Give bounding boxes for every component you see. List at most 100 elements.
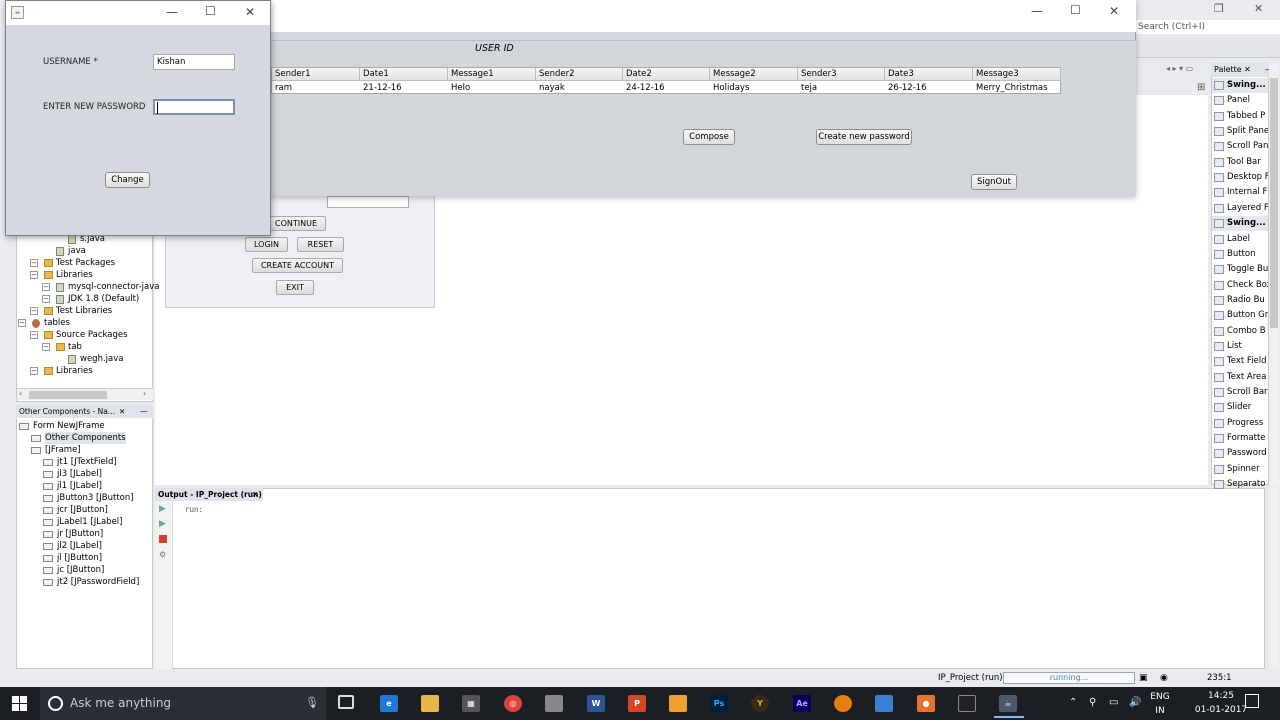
word-icon[interactable]: W <box>587 695 605 712</box>
table-cell[interactable]: Holidays <box>710 82 798 95</box>
illustrator-like-icon[interactable] <box>669 695 687 712</box>
palette-item[interactable]: Toggle Bu <box>1212 262 1268 277</box>
java-taskbar-icon[interactable]: ☕ <box>999 695 1017 712</box>
store-icon[interactable]: ▦ <box>462 695 480 712</box>
box-icon[interactable] <box>875 695 893 712</box>
table-cell[interactable]: nayak <box>536 82 623 95</box>
table-cell[interactable]: 26-12-16 <box>885 82 973 95</box>
taskbar-search-box[interactable]: Ask me anything <box>40 687 326 720</box>
powerpoint-icon[interactable]: P <box>628 695 646 712</box>
table-header-cell[interactable]: Date1 <box>360 68 448 81</box>
designer-exit-button[interactable]: EXIT <box>276 280 314 295</box>
create-new-password-button[interactable]: Create new password <box>816 129 912 145</box>
table-header-cell[interactable]: Date3 <box>885 68 973 81</box>
palette-item[interactable]: Scroll Bar <box>1212 385 1268 400</box>
volume-icon[interactable]: 🔊 <box>1129 697 1141 708</box>
navigator-tab[interactable]: Other Components - Na... ✕ — <box>16 405 153 418</box>
scrollbar-thumb[interactable] <box>29 391 107 399</box>
main-window-titlebar[interactable] <box>270 0 1136 32</box>
after-effects-icon[interactable]: Ae <box>793 695 811 712</box>
microphone-icon[interactable]: 🎙 <box>305 696 319 709</box>
table-cell[interactable]: Helo <box>448 82 536 95</box>
ide-close-icon[interactable]: ✕ <box>1254 2 1263 15</box>
palette-item[interactable]: Password <box>1212 446 1268 461</box>
table-cell[interactable]: 24-12-16 <box>623 82 710 95</box>
palette-category[interactable]: Swing... <box>1212 78 1268 93</box>
palette-item[interactable]: List <box>1212 339 1268 354</box>
project-tree-scrollbar[interactable]: ‹ › <box>17 388 153 400</box>
palette-item[interactable]: Button <box>1212 247 1268 262</box>
app2-icon[interactable]: Y <box>751 695 769 712</box>
editor-maximize-icon[interactable]: ⊞ <box>1197 82 1205 93</box>
output-close-icon[interactable]: ✕ <box>252 488 258 501</box>
palette-item[interactable]: Formatte <box>1212 431 1268 446</box>
expand-toggle-icon[interactable]: − <box>30 307 38 315</box>
palette-category[interactable]: Swing... <box>1212 216 1268 232</box>
dialog-close-icon[interactable]: ✕ <box>245 5 255 19</box>
chrome-icon[interactable]: ◎ <box>504 695 522 712</box>
palette-scrollbar-thumb[interactable] <box>1270 78 1278 328</box>
change-button[interactable]: Change <box>105 172 150 188</box>
username-field[interactable]: Kishan <box>153 54 235 70</box>
expand-toggle-icon[interactable]: − <box>30 259 38 267</box>
battery-icon[interactable]: ▭ <box>1109 697 1118 708</box>
main-close-icon[interactable]: ✕ <box>1109 4 1119 18</box>
terminal-icon[interactable] <box>958 695 976 712</box>
expand-toggle-icon[interactable]: − <box>30 367 38 375</box>
table-header-cell[interactable]: Message2 <box>710 68 798 81</box>
palette-item[interactable]: Progress <box>1212 416 1268 431</box>
palette-item[interactable]: Separato <box>1212 477 1268 492</box>
new-password-field[interactable] <box>153 99 235 115</box>
ide-search-input[interactable]: Search (Ctrl+I) <box>1135 20 1280 34</box>
palette-item[interactable]: Combo B <box>1212 324 1268 339</box>
palette-item[interactable]: Tabbed P <box>1212 109 1268 124</box>
palette-item[interactable]: Tool Bar <box>1212 155 1268 170</box>
file-explorer-icon[interactable] <box>421 695 439 712</box>
palette-item[interactable]: Radio Bu <box>1212 293 1268 308</box>
palette-tab[interactable]: Palette ✕ <box>1211 63 1269 77</box>
stop-icon[interactable] <box>159 535 167 543</box>
table-header-cell[interactable]: Sender3 <box>798 68 885 81</box>
app3-icon[interactable]: ● <box>917 695 935 712</box>
palette-item[interactable]: Button Gr <box>1212 308 1268 323</box>
navigator-close-icon[interactable]: ✕ <box>119 405 125 418</box>
task-view-icon[interactable] <box>338 695 354 709</box>
expand-toggle-icon[interactable]: − <box>30 331 38 339</box>
table-header-cell[interactable]: Sender2 <box>536 68 623 81</box>
app-icon[interactable] <box>545 695 563 712</box>
rerun-with-options-icon[interactable]: ▶ <box>159 519 167 529</box>
designer-login-button[interactable]: LOGIN <box>245 237 288 252</box>
status-progress[interactable]: running... <box>1003 672 1135 684</box>
table-cell[interactable]: ram <box>272 82 360 95</box>
designer-reset-button[interactable]: RESET <box>297 237 344 252</box>
settings-icon[interactable]: ⚙ <box>159 550 167 559</box>
expand-toggle-icon[interactable]: − <box>42 295 50 303</box>
blender-icon[interactable] <box>834 695 852 712</box>
ide-restore-icon[interactable]: ❐ <box>1214 2 1224 15</box>
palette-item[interactable]: Split Pane <box>1212 124 1268 139</box>
cortana-icon[interactable] <box>48 696 63 711</box>
windows-start-icon[interactable] <box>12 696 27 711</box>
language-indicator[interactable]: ENG IN <box>1149 690 1171 718</box>
palette-item[interactable]: Desktop F <box>1212 170 1268 185</box>
main-maximize-icon[interactable]: ☐ <box>1070 3 1081 17</box>
table-header-cell[interactable]: Message3 <box>973 68 1061 81</box>
dialog-titlebar[interactable] <box>6 1 270 25</box>
palette-item[interactable]: Text Area <box>1212 370 1268 385</box>
expand-toggle-icon[interactable]: − <box>42 283 50 291</box>
signout-button[interactable]: SignOut <box>971 174 1017 190</box>
editor-scrollbar[interactable] <box>1269 487 1279 669</box>
editor-nav-arrows-icon[interactable]: ◂ ▸ ▾ ▭ <box>1166 64 1193 73</box>
output-panel[interactable] <box>155 488 1265 669</box>
action-center-icon[interactable] <box>1245 694 1259 708</box>
expand-toggle-icon[interactable]: − <box>18 319 26 327</box>
messages-table[interactable]: Sender1 Date1 Message1 Sender2 Date2 Message2… <box>271 67 1061 94</box>
photoshop-icon[interactable]: Ps <box>710 695 728 712</box>
table-header-cell[interactable]: Date2 <box>623 68 710 81</box>
main-minimize-icon[interactable]: — <box>1031 4 1043 18</box>
expand-toggle-icon[interactable]: − <box>42 343 50 351</box>
palette-item[interactable]: Layered F <box>1212 201 1268 216</box>
designer-text-field[interactable] <box>327 196 409 208</box>
compose-button[interactable]: Compose <box>683 129 735 145</box>
palette-close-icon[interactable]: ✕ <box>1244 63 1251 77</box>
